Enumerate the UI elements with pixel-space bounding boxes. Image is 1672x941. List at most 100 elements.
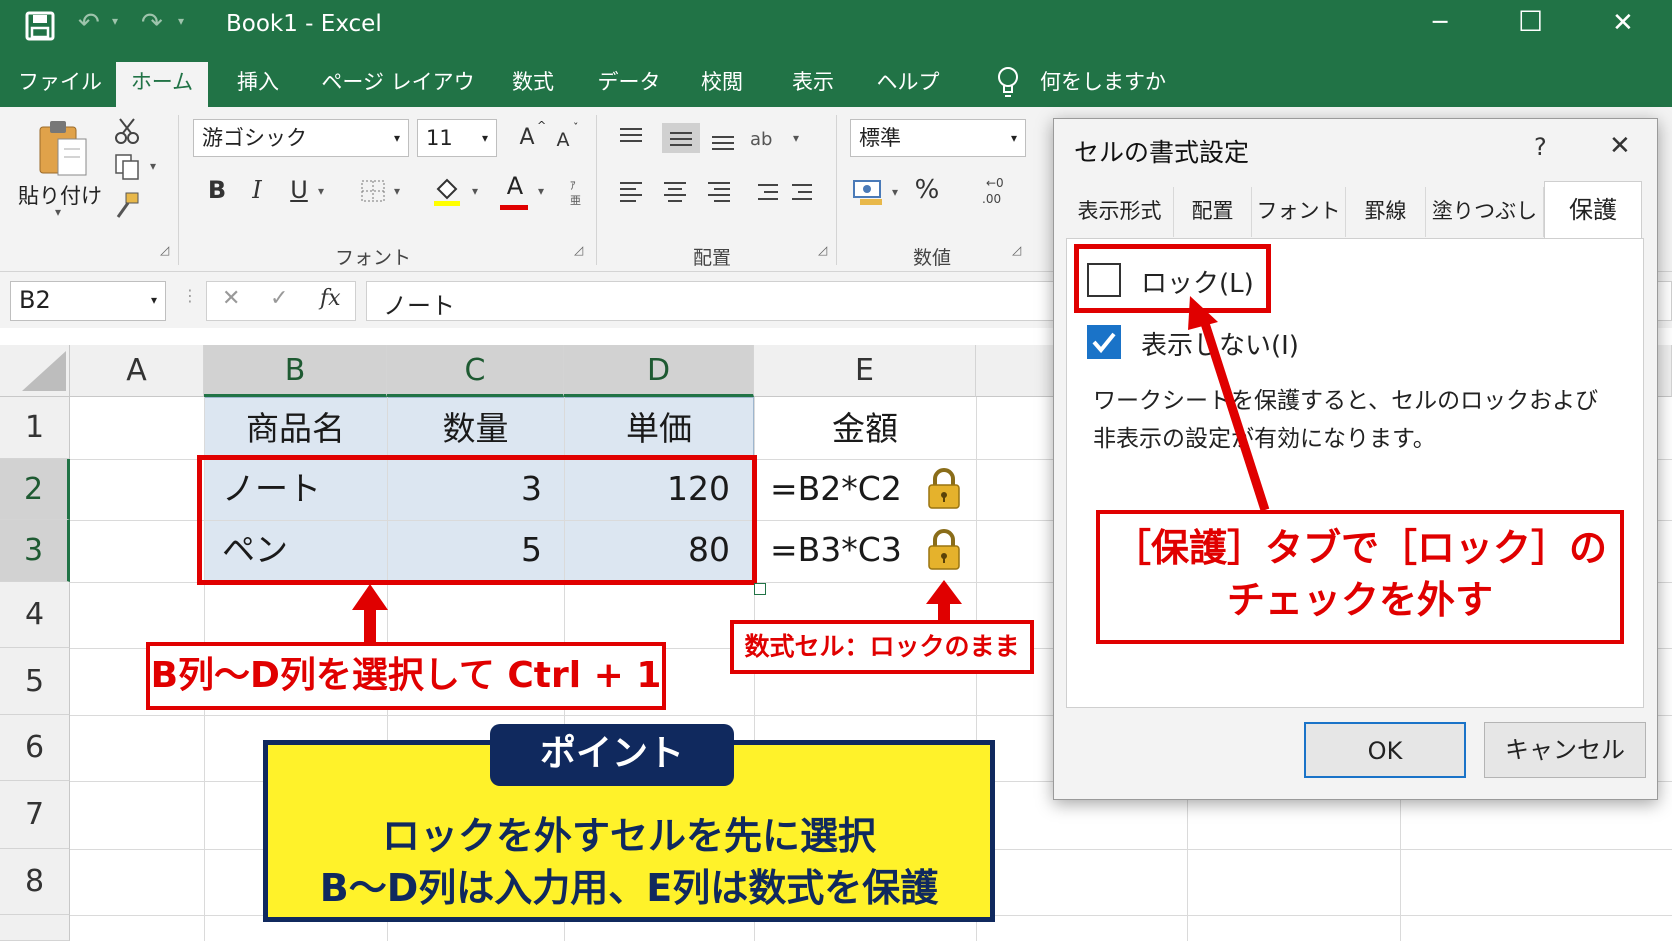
- checkmark-icon: [1092, 332, 1116, 354]
- font-color-button[interactable]: A: [500, 169, 530, 203]
- underline-button[interactable]: U: [286, 173, 312, 207]
- tab-help[interactable]: ヘルプ: [872, 62, 944, 107]
- number-launcher-icon[interactable]: ◿: [1012, 243, 1021, 257]
- tab-border[interactable]: 罫線: [1346, 187, 1426, 237]
- tell-me-box[interactable]: 何をしますか: [1040, 62, 1180, 107]
- vertical-align-icons[interactable]: ab: [614, 123, 774, 153]
- tab-alignment[interactable]: 配置: [1174, 187, 1252, 237]
- copy-dropdown-icon[interactable]: ▾: [150, 159, 156, 173]
- maximize-button[interactable]: ☐: [1518, 5, 1543, 38]
- tab-file[interactable]: ファイル: [18, 62, 102, 107]
- column-header-b[interactable]: B: [204, 345, 387, 397]
- accounting-format-icon[interactable]: [852, 177, 886, 207]
- tab-view[interactable]: 表示: [783, 62, 843, 107]
- increase-decimal-icon[interactable]: ←0.00: [980, 175, 1014, 207]
- help-button[interactable]: ?: [1534, 133, 1547, 161]
- cell-c1[interactable]: 数量: [387, 399, 564, 459]
- save-icon[interactable]: [25, 11, 55, 41]
- fill-color-dropdown-icon[interactable]: ▾: [472, 184, 478, 198]
- row-header-8[interactable]: 8: [0, 849, 70, 915]
- customize-qat-icon[interactable]: ▾: [178, 14, 184, 28]
- alignment-group-label: 配置: [692, 247, 731, 269]
- format-cells-dialog: セルの書式設定 ? ✕ 表示形式 配置 フォント 罫線 塗りつぶし 保護 ロック…: [1053, 118, 1658, 800]
- svg-text:ab: ab: [750, 129, 772, 150]
- horizontal-align-icons[interactable]: [614, 177, 814, 207]
- minimize-button[interactable]: ─: [1433, 8, 1447, 36]
- row-header-9[interactable]: [0, 915, 70, 941]
- number-format-select[interactable]: 標準 ▾: [850, 119, 1026, 157]
- tab-page-layout[interactable]: ページ レイアウト: [318, 62, 478, 134]
- hidden-checkbox[interactable]: [1087, 325, 1121, 359]
- borders-icon[interactable]: [360, 179, 386, 203]
- redo-icon[interactable]: ↷: [141, 8, 163, 38]
- enter-entry-icon[interactable]: ✓: [270, 286, 288, 311]
- column-header-a[interactable]: A: [70, 345, 204, 397]
- tab-data[interactable]: データ: [593, 62, 665, 107]
- cell-d1[interactable]: 単価: [564, 399, 754, 459]
- splitter-dots-icon[interactable]: ⋮: [182, 286, 198, 305]
- dialog-launcher-icon[interactable]: ◿: [160, 243, 169, 257]
- row-header-7[interactable]: 7: [0, 781, 70, 849]
- number-group-label: 数値: [912, 247, 951, 269]
- dialog-close-button[interactable]: ✕: [1609, 131, 1631, 161]
- insert-function-icon[interactable]: fx: [320, 286, 341, 311]
- tab-home[interactable]: ホーム: [116, 62, 208, 107]
- copy-icon[interactable]: [114, 153, 142, 181]
- tab-font[interactable]: フォント: [1252, 187, 1346, 237]
- font-color-dropdown-icon[interactable]: ▾: [538, 184, 544, 198]
- cell-e2[interactable]: =B2*C2: [770, 459, 902, 519]
- phonetic-icon[interactable]: ｱ亜: [566, 177, 586, 207]
- column-header-d[interactable]: D: [564, 345, 754, 397]
- cell-e3[interactable]: =B3*C3: [770, 520, 902, 580]
- underline-dropdown-icon[interactable]: ▾: [318, 184, 324, 198]
- lock-icon: [928, 468, 960, 509]
- row-header-4[interactable]: 4: [0, 582, 70, 648]
- font-size-select[interactable]: 11 ▾: [417, 119, 497, 157]
- formula-content: ノート: [383, 292, 455, 320]
- alignment-launcher-icon[interactable]: ◿: [818, 243, 827, 257]
- tab-review[interactable]: 校閲: [692, 62, 752, 107]
- bold-button[interactable]: B: [202, 173, 232, 207]
- tab-protection[interactable]: 保護: [1544, 181, 1642, 238]
- paste-dropdown-icon[interactable]: ▾: [55, 205, 61, 219]
- italic-button[interactable]: I: [244, 173, 270, 207]
- tab-number[interactable]: 表示形式: [1066, 187, 1174, 237]
- percent-button[interactable]: %: [912, 173, 942, 207]
- close-window-button[interactable]: ✕: [1612, 8, 1634, 38]
- font-name-select[interactable]: 游ゴシック ▾: [193, 119, 409, 157]
- svg-text:亜: 亜: [570, 194, 581, 207]
- tab-fill[interactable]: 塗りつぶし: [1426, 187, 1544, 237]
- fill-handle[interactable]: [754, 583, 766, 595]
- number-format-value: 標準: [859, 126, 901, 150]
- row-header-3[interactable]: 3: [0, 520, 70, 582]
- column-header-e[interactable]: E: [754, 345, 976, 397]
- font-launcher-icon[interactable]: ◿: [574, 243, 583, 257]
- name-box[interactable]: B2 ▾: [10, 281, 166, 321]
- tab-formulas[interactable]: 数式: [503, 62, 563, 107]
- row-header-1[interactable]: 1: [0, 397, 70, 459]
- column-header-c[interactable]: C: [387, 345, 564, 397]
- protection-description-1: ワークシートを保護すると、セルのロックおよび: [1093, 388, 1599, 414]
- cancel-button[interactable]: キャンセル: [1484, 722, 1646, 778]
- accounting-dropdown-icon[interactable]: ▾: [892, 185, 898, 199]
- format-painter-icon[interactable]: [114, 191, 142, 219]
- fill-color-icon[interactable]: [432, 175, 462, 207]
- undo-dropdown-icon[interactable]: ▾: [112, 14, 118, 28]
- paste-icon[interactable]: [38, 117, 90, 179]
- row-header-5[interactable]: 5: [0, 648, 70, 715]
- tab-insert[interactable]: 挿入: [226, 62, 290, 107]
- svg-text:←0: ←0: [986, 176, 1004, 190]
- cut-icon[interactable]: [114, 117, 140, 145]
- borders-dropdown-icon[interactable]: ▾: [394, 184, 400, 198]
- row-header-2[interactable]: 2: [0, 459, 70, 520]
- cancel-entry-icon[interactable]: ✕: [222, 286, 240, 311]
- cell-e1[interactable]: 金額: [754, 399, 976, 459]
- orientation-dropdown-icon[interactable]: ▾: [793, 131, 799, 145]
- cell-b1[interactable]: 商品名: [204, 399, 387, 459]
- lightbulb-icon[interactable]: [996, 66, 1020, 100]
- ok-button[interactable]: OK: [1304, 722, 1466, 778]
- select-all-button[interactable]: [0, 345, 70, 397]
- undo-icon[interactable]: ↶: [78, 8, 100, 38]
- caret-down-icon: ˇ: [573, 121, 579, 134]
- row-header-6[interactable]: 6: [0, 715, 70, 781]
